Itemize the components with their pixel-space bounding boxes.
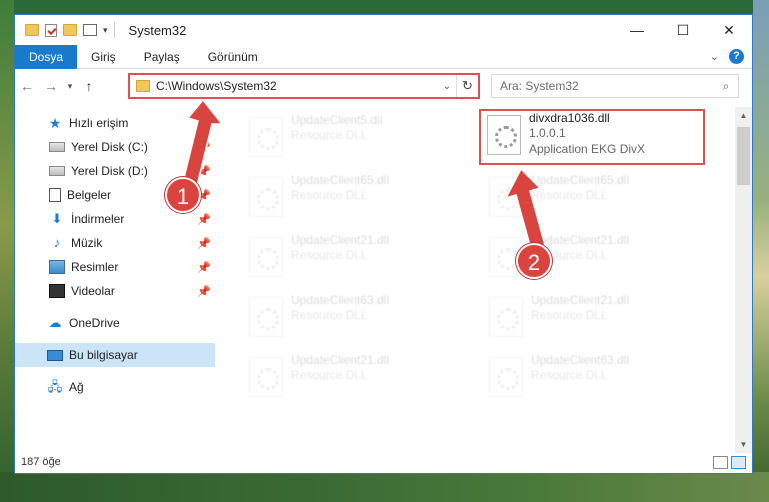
step-badge-1: 1: [165, 177, 201, 213]
step-badge-2: 2: [516, 243, 552, 279]
arrow-2: [504, 167, 546, 250]
annotation-arrows: [181, 98, 546, 250]
arrow-1: [181, 98, 224, 191]
